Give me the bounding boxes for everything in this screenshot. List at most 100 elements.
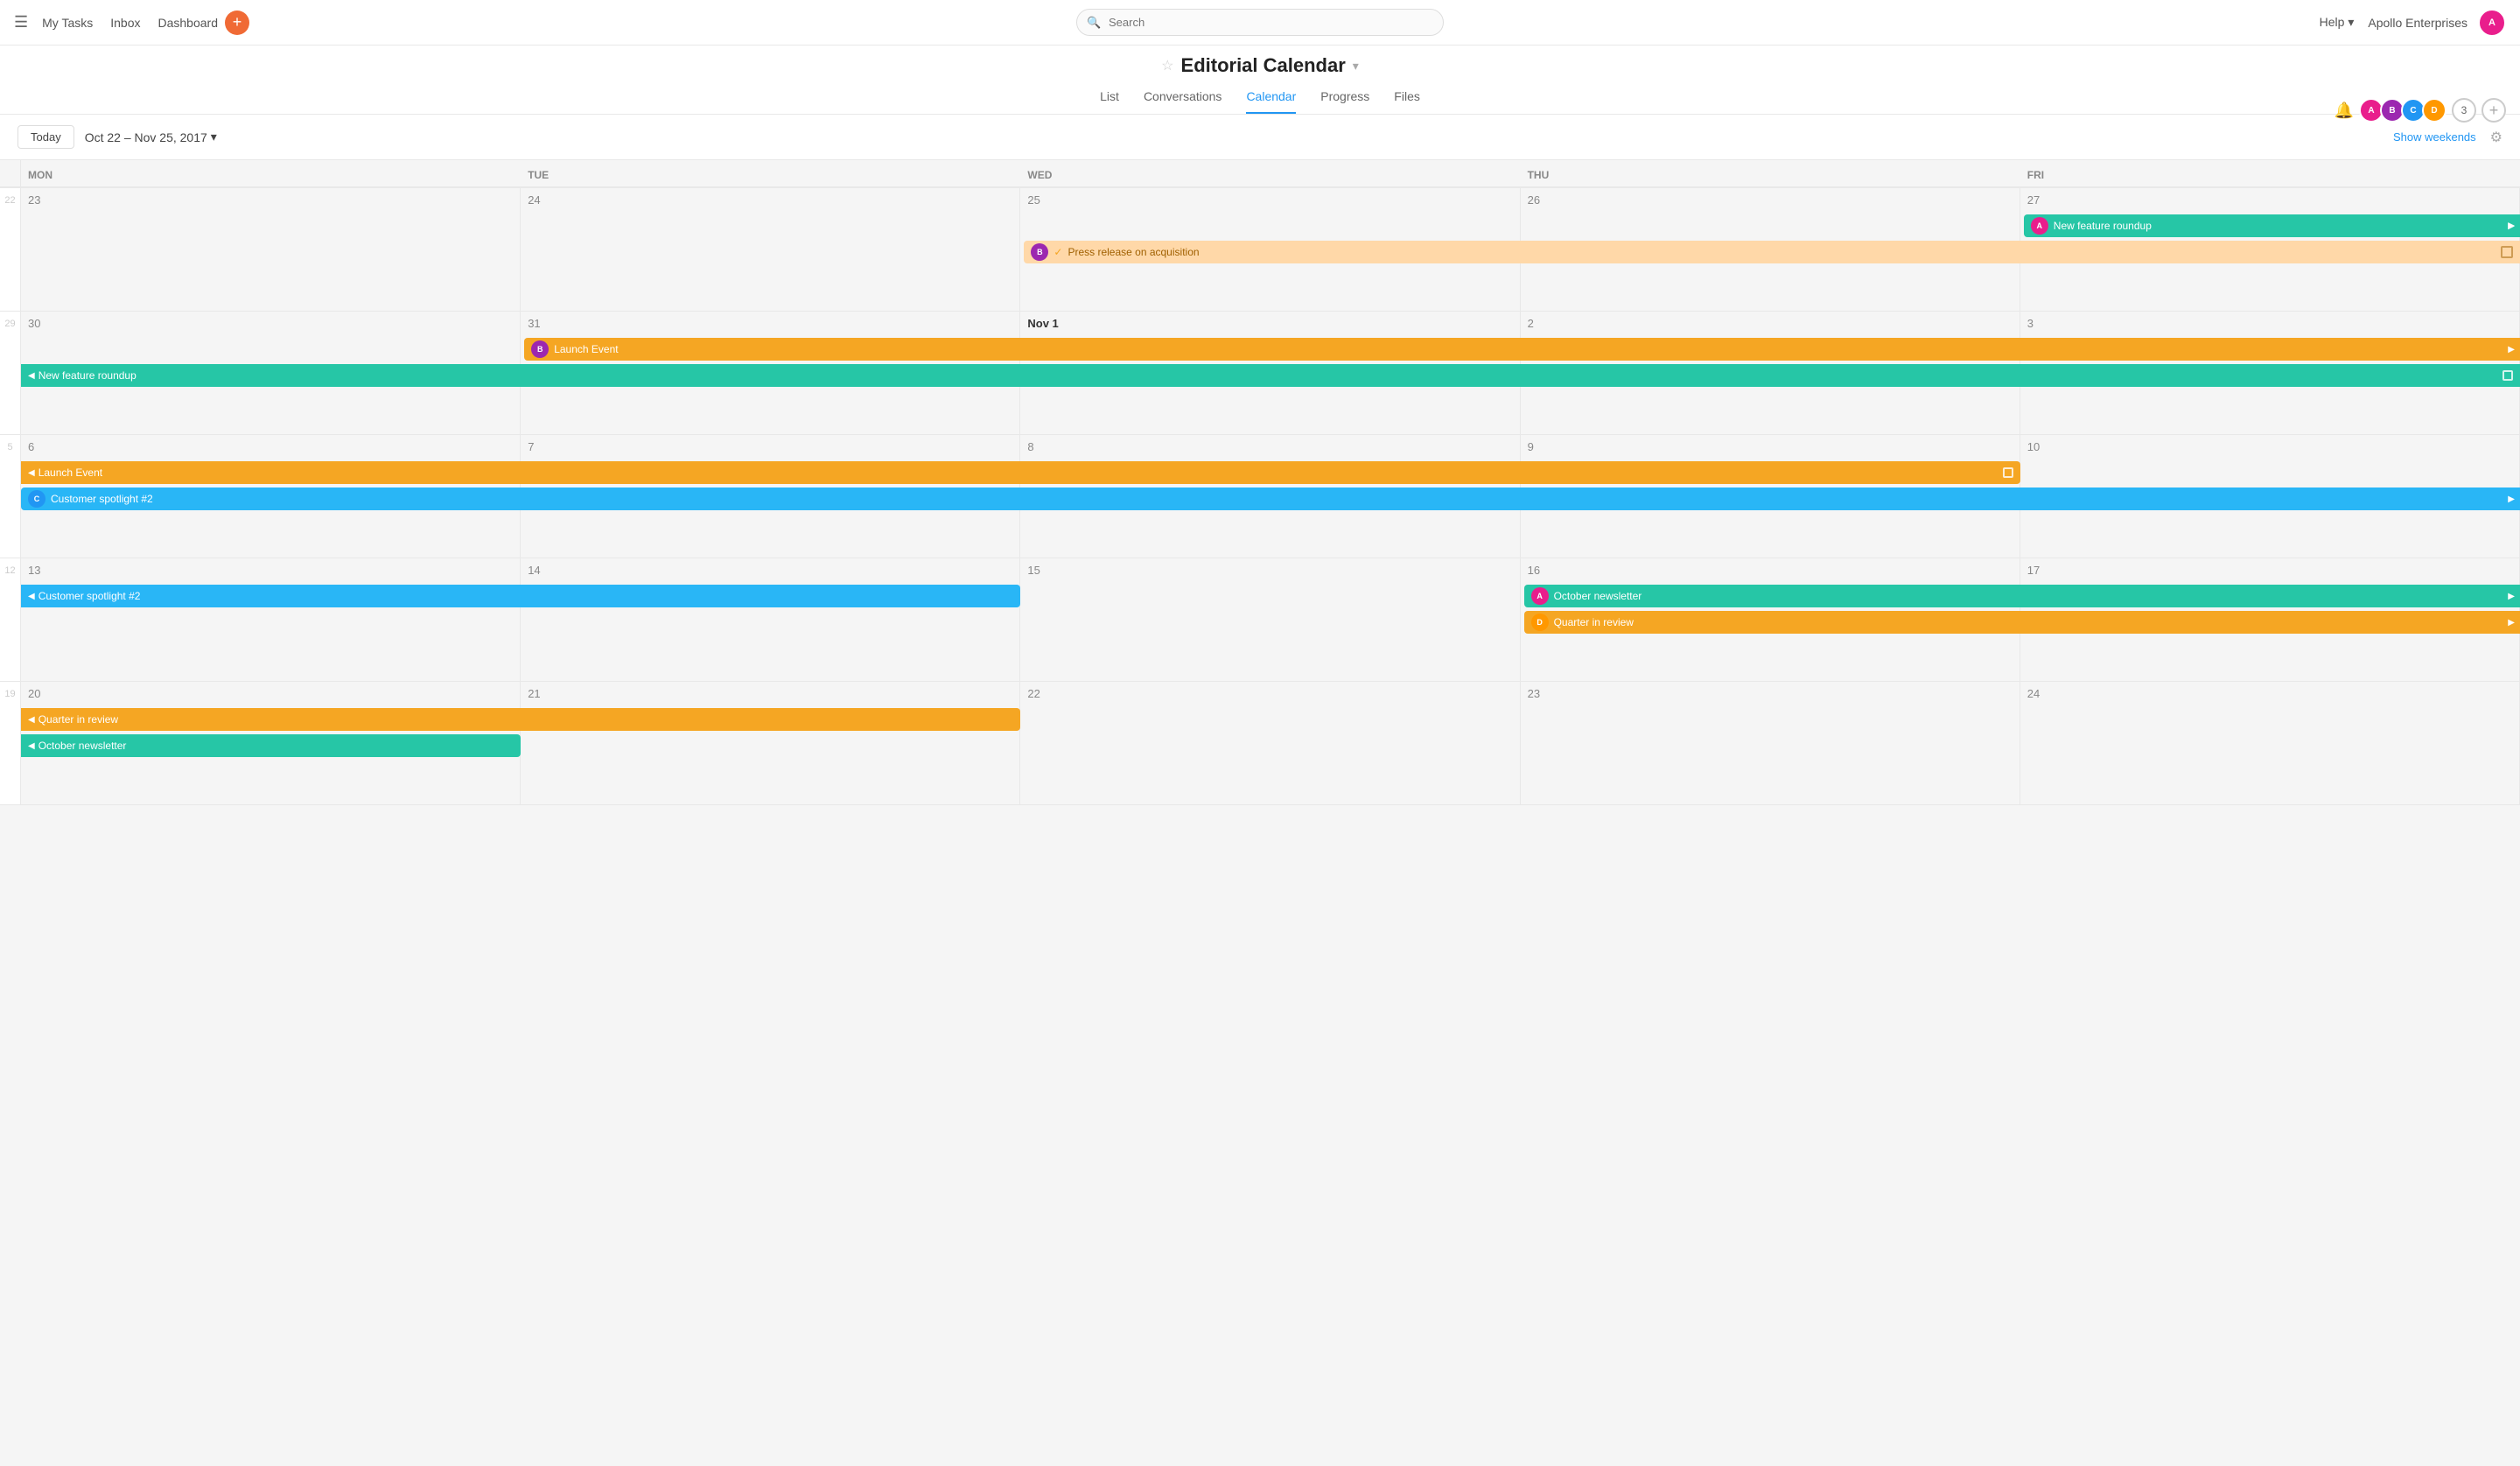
header-fri: FRI [2020, 160, 2520, 186]
inbox-link[interactable]: Inbox [110, 16, 140, 30]
search-input[interactable] [1076, 9, 1444, 36]
tab-list[interactable]: List [1100, 84, 1119, 114]
day-num-6: 6 [28, 440, 513, 453]
day-num-17: 17 [2027, 564, 2512, 577]
event-avatar-on: A [1531, 587, 1549, 605]
top-nav: ☰ My Tasks Inbox Dashboard + 🔍 Help ▾ Ap… [0, 0, 2520, 46]
search-container: 🔍 [1076, 9, 1444, 36]
show-weekends-link[interactable]: Show weekends [2393, 130, 2476, 144]
tab-files[interactable]: Files [1394, 84, 1420, 114]
week-num-5: 5 [0, 435, 21, 558]
star-icon[interactable]: ☆ [1161, 57, 1173, 74]
tab-progress[interactable]: Progress [1320, 84, 1369, 114]
tab-calendar[interactable]: Calendar [1246, 84, 1296, 114]
day-num-13: 13 [28, 564, 513, 577]
project-header: ☆ Editorial Calendar ▾ List Conversation… [0, 46, 2520, 115]
settings-icon[interactable]: ⚙ [2490, 129, 2502, 146]
help-link[interactable]: Help ▾ [2320, 15, 2355, 30]
tab-conversations[interactable]: Conversations [1144, 84, 1222, 114]
event-label: New feature roundup [38, 369, 136, 382]
launch-event-2[interactable]: ◀ Launch Event [21, 461, 2020, 484]
arrow-left-5: ◀ [28, 741, 35, 751]
project-tabs: List Conversations Calendar Progress Fil… [0, 84, 2520, 114]
arrow-left-2: ◀ [28, 468, 35, 478]
bell-icon[interactable]: 🔔 [2334, 102, 2354, 120]
launch-event-1[interactable]: B Launch Event ▶ [524, 338, 2520, 361]
header-tue: TUE [521, 160, 1020, 186]
nav-links: My Tasks Inbox Dashboard [42, 16, 218, 30]
project-title: Editorial Calendar [1181, 54, 1346, 77]
october-newsletter-label: October newsletter [1554, 590, 1642, 602]
day-nov14: 14 [521, 558, 1020, 681]
day-nov13: 13 [21, 558, 521, 681]
quarter-review-2[interactable]: ◀ Quarter in review [21, 708, 1020, 731]
arrow-right-5: ▶ [2508, 618, 2515, 628]
week-row-3: 5 6 7 8 9 10 ◀ [0, 435, 2520, 558]
quarter-review-label: Quarter in review [1554, 616, 1634, 628]
day-num-21: 21 [528, 687, 1012, 700]
october-newsletter-2[interactable]: ◀ October newsletter [21, 734, 521, 757]
week-3-days: 6 7 8 9 10 ◀ Launch Event [21, 435, 2520, 558]
day-nov24: 24 [2020, 682, 2520, 804]
add-member-button[interactable]: + [2482, 98, 2506, 123]
week-2-days: 30 31 Nov 1 2 3 B Launch Event [21, 312, 2520, 434]
day-num-14: 14 [528, 564, 1012, 577]
today-button[interactable]: Today [18, 125, 74, 149]
header-thu: THU [1521, 160, 2020, 186]
customer-spotlight-1[interactable]: C Customer spotlight #2 ▶ [21, 487, 2520, 510]
day-nov15: 15 [1020, 558, 1520, 681]
header-mon: MON [21, 160, 521, 186]
event-avatar-launch: B [531, 340, 549, 358]
customer-spotlight-label-2: Customer spotlight #2 [38, 590, 141, 602]
week-num-header [0, 160, 21, 186]
day-num-31: 31 [528, 317, 1012, 330]
day-num-8: 8 [1027, 440, 1512, 453]
day-nov22: 22 [1020, 682, 1520, 804]
day-nov21: 21 [521, 682, 1020, 804]
day-num-nov1: Nov 1 [1027, 317, 1512, 330]
day-num-20: 20 [28, 687, 513, 700]
calendar-container: MON TUE WED THU FRI 22 23 24 25 [0, 160, 2520, 1466]
arrow-right-4: ▶ [2508, 592, 2515, 601]
member-count[interactable]: 3 [2452, 98, 2476, 123]
complete-icon [2501, 246, 2513, 258]
event-avatar-2: B [1031, 243, 1048, 261]
new-feature-roundup-event-2[interactable]: ◀ New feature roundup [21, 364, 2520, 387]
org-name[interactable]: Apollo Enterprises [2368, 16, 2468, 30]
new-feature-roundup-event-1[interactable]: A New feature roundup ▶ [2024, 214, 2520, 237]
my-tasks-link[interactable]: My Tasks [42, 16, 93, 30]
customer-spotlight-2[interactable]: ◀ Customer spotlight #2 [21, 585, 1020, 607]
day-num-10: 10 [2027, 440, 2512, 453]
dashboard-link[interactable]: Dashboard [158, 16, 218, 30]
week-num-22: 22 [0, 188, 21, 311]
hamburger-icon[interactable]: ☰ [14, 13, 28, 32]
day-num-15: 15 [1027, 564, 1512, 577]
date-range[interactable]: Oct 22 – Nov 25, 2017 ▾ [85, 130, 217, 144]
october-newsletter-1[interactable]: A October newsletter ▶ [1524, 585, 2520, 607]
week-1-days: 23 24 25 26 27 A New feature roundup [21, 188, 2520, 311]
event-avatar-cs: C [28, 490, 46, 508]
october-newsletter-label-2: October newsletter [38, 740, 127, 752]
day-oct24: 24 [521, 188, 1020, 311]
day-num-23: 23 [28, 193, 513, 207]
title-dropdown-icon[interactable]: ▾ [1353, 59, 1359, 74]
search-icon: 🔍 [1087, 16, 1101, 30]
day-num-3: 3 [2027, 317, 2512, 330]
member-avatar-4[interactable]: D [2422, 98, 2446, 123]
day-num-23b: 23 [1528, 687, 2012, 700]
week-4-days: 13 14 15 16 17 ◀ Customer spotlight #2 [21, 558, 2520, 681]
event-avatar-1: A [2031, 217, 2048, 235]
week-5-days: 20 21 22 23 24 ◀ Quarter in review [21, 682, 2520, 804]
week-row-1: 22 23 24 25 26 27 A [0, 188, 2520, 312]
quarter-review-1[interactable]: D Quarter in review ▶ [1524, 611, 2520, 634]
event-avatar-qr: D [1531, 614, 1549, 631]
arrow-right-icon: ▶ [2508, 221, 2515, 231]
user-avatar[interactable]: A [2478, 9, 2506, 37]
day-num-29: 30 [28, 317, 513, 330]
press-release-event[interactable]: B ✓ Press release on acquisition [1024, 241, 2520, 263]
day-num-27: 27 [2027, 193, 2512, 207]
arrow-right-2: ▶ [2508, 345, 2515, 354]
add-button[interactable]: + [225, 11, 249, 35]
launch-event-label: Launch Event [554, 343, 618, 355]
nav-right: Help ▾ Apollo Enterprises A [2320, 9, 2506, 37]
